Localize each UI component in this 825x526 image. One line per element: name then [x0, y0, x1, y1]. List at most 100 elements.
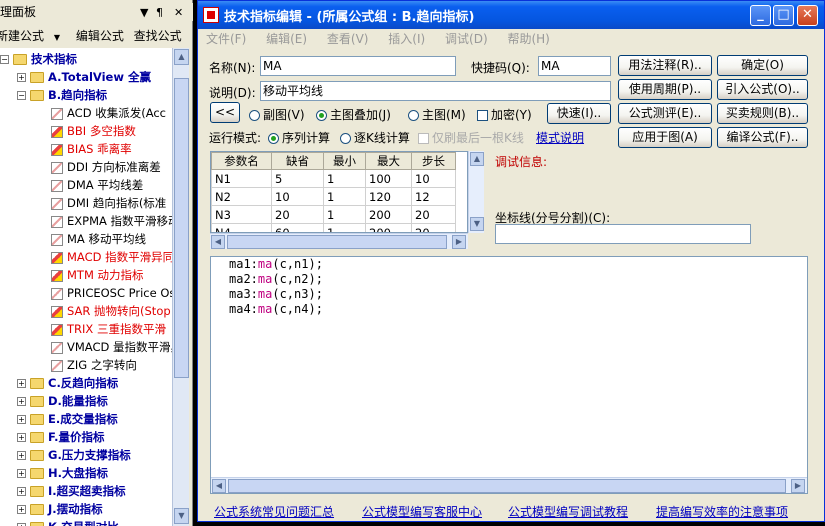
new-formula-button[interactable]: 新建公式 ▼ [0, 29, 66, 43]
tree-item[interactable]: BIAS 乖离率 [51, 140, 132, 158]
link-support[interactable]: 公式模型编写客服中心 [362, 503, 482, 520]
expand-icon[interactable]: + [17, 397, 26, 406]
table-cell[interactable]: 10 [271, 187, 324, 206]
scroll-right-icon[interactable]: ▶ [791, 479, 805, 493]
collapse-button[interactable]: << [210, 102, 240, 123]
param-header-min[interactable]: 最小 [323, 152, 366, 170]
menu-edit[interactable]: 编辑(E) [266, 32, 307, 46]
find-formula-button[interactable]: 查找公式 [134, 29, 182, 43]
tree-folder[interactable]: + E.成交量指标 [17, 410, 118, 428]
expand-icon[interactable]: + [17, 415, 26, 424]
usage-notes-button[interactable]: 用法注释(R).. [618, 55, 712, 76]
link-efficiency-tips[interactable]: 提高编写效率的注意事项 [656, 503, 788, 520]
tree-item[interactable]: SAR 抛物转向(Stop [51, 302, 171, 320]
tree-folder[interactable]: + I.超买超卖指标 [17, 482, 126, 500]
table-cell[interactable]: 100 [365, 169, 412, 188]
menu-debug[interactable]: 调试(D) [445, 32, 488, 46]
scroll-thumb[interactable] [174, 78, 189, 378]
params-hscroll[interactable]: ◀ ▶ [210, 233, 468, 249]
tree-item[interactable]: PRICEOSC Price Os [51, 284, 172, 302]
table-cell[interactable]: 12 [411, 187, 456, 206]
scroll-thumb[interactable] [227, 235, 447, 249]
menu-view[interactable]: 查看(V) [327, 32, 369, 46]
scroll-left-icon[interactable]: ◀ [211, 235, 225, 249]
tree-folder[interactable]: +K.交易型对比 [17, 518, 119, 526]
table-cell[interactable]: 120 [365, 187, 412, 206]
tree-item[interactable]: DMI 趋向指标(标准 [51, 194, 166, 212]
radio-main-overlay[interactable]: 主图叠加(J) [316, 106, 391, 123]
table-cell[interactable]: N2 [211, 187, 272, 206]
table-row[interactable]: N2 10 1 120 12 [211, 187, 456, 206]
pin-icon[interactable]: ¶ [156, 4, 163, 22]
tree-item[interactable]: DMA 平均线差 [51, 176, 143, 194]
encrypt-checkbox[interactable]: 加密(Y) [477, 106, 532, 123]
apply-to-chart-button[interactable]: 应用于图(A) [618, 127, 712, 148]
tree-folder[interactable]: + D.能量指标 [17, 392, 108, 410]
refresh-last-bar-checkbox[interactable]: 仅刷最后一根K线 [418, 129, 524, 146]
radio-per-bar-calc[interactable]: 逐K线计算 [340, 129, 410, 146]
collapse-icon[interactable]: − [0, 55, 9, 64]
expand-icon[interactable]: + [17, 433, 26, 442]
mode-help-link[interactable]: 模式说明 [536, 129, 584, 146]
table-cell[interactable]: 5 [271, 169, 324, 188]
tree-item[interactable]: ZIG 之字转向 [51, 356, 137, 374]
scroll-up-icon[interactable]: ▲ [470, 152, 484, 166]
expand-icon[interactable]: + [17, 73, 26, 82]
formula-code-editor[interactable]: ma1:ma(c,n1); ma2:ma(c,n2); ma3:ma(c,n3); m… [210, 256, 808, 494]
radio-sequence-calc[interactable]: 序列计算 [268, 129, 330, 146]
radio-sub-chart[interactable]: 副图(V) [249, 106, 305, 123]
scroll-up-icon[interactable]: ▲ [174, 49, 189, 65]
formula-tree[interactable]: − 技术指标 + A.TotalView 全赢 − B.趋向指标 ACD 收集派发(Acc B… [0, 48, 172, 526]
editor-hscroll[interactable]: ◀ ▶ [211, 477, 807, 493]
edit-formula-button[interactable]: 编辑公式 [76, 29, 124, 43]
tree-folder[interactable]: + C.反趋向指标 [17, 374, 118, 392]
table-cell[interactable]: 10 [411, 169, 456, 188]
collapse-icon[interactable]: − [17, 91, 26, 100]
param-header-default[interactable]: 缺省 [271, 152, 324, 170]
desc-field[interactable]: 移动平均线 [260, 81, 611, 101]
tree-item[interactable]: DDI 方向标准离差 [51, 158, 161, 176]
tree-item[interactable]: MA 移动平均线 [51, 230, 146, 248]
tree-item[interactable]: MACD 指数平滑异同 [51, 248, 172, 266]
scroll-down-icon[interactable]: ▼ [470, 217, 484, 231]
table-cell[interactable]: 200 [365, 223, 412, 232]
minimize-button[interactable]: _ [750, 5, 771, 26]
tree-item[interactable]: TRIX 三重指数平滑 [51, 320, 166, 338]
params-table[interactable]: 参数名 缺省 最小 最大 步长 N1 5 1 100 10 N2 10 1 120 12 N3 20 1… [210, 151, 468, 233]
menu-insert[interactable]: 插入(I) [388, 32, 425, 46]
scroll-left-icon[interactable]: ◀ [212, 479, 226, 493]
usage-period-button[interactable]: 使用周期(P).. [618, 79, 712, 100]
compile-formula-button[interactable]: 编译公式(F).. [717, 127, 808, 148]
tree-item[interactable]: MTM 动力指标 [51, 266, 144, 284]
link-faq[interactable]: 公式系统常见问题汇总 [214, 503, 334, 520]
table-cell[interactable]: 20 [271, 205, 324, 224]
import-formula-button[interactable]: 引入公式(O).. [717, 79, 808, 100]
table-cell[interactable]: 1 [323, 223, 366, 232]
dropdown-icon[interactable]: ▼ [140, 4, 148, 22]
table-cell[interactable]: N4 [211, 223, 272, 232]
tree-folder[interactable]: − B.趋向指标 [17, 86, 107, 104]
quick-button[interactable]: 快速(I).. [547, 103, 611, 124]
tree-scrollbar[interactable]: ▲ ▼ [172, 48, 189, 526]
table-cell[interactable]: 1 [323, 187, 366, 206]
table-row[interactable]: N3 20 1 200 20 [211, 205, 456, 224]
param-header-max[interactable]: 最大 [365, 152, 412, 170]
radio-main-chart[interactable]: 主图(M) [408, 106, 466, 123]
tree-item[interactable]: EXPMA 指数平滑移动 [51, 212, 172, 230]
expand-icon[interactable]: + [17, 451, 26, 460]
tree-item[interactable]: VMACD 量指数平滑异 [51, 338, 172, 356]
expand-icon[interactable]: + [17, 469, 26, 478]
tree-folder[interactable]: + G.压力支撑指标 [17, 446, 131, 464]
table-cell[interactable]: N3 [211, 205, 272, 224]
name-field[interactable]: MA [260, 56, 456, 76]
table-cell[interactable]: N1 [211, 169, 272, 188]
maximize-button[interactable]: □ [773, 5, 794, 26]
table-row[interactable]: N4 60 1 200 20 [211, 223, 456, 232]
expand-icon[interactable]: + [17, 487, 26, 496]
formula-eval-button[interactable]: 公式测评(E).. [618, 103, 712, 124]
table-cell[interactable]: 20 [411, 223, 456, 232]
tree-folder[interactable]: + J.摆动指标 [17, 500, 103, 518]
close-button[interactable]: ✕ [797, 5, 818, 26]
scroll-down-icon[interactable]: ▼ [174, 508, 189, 524]
param-header-step[interactable]: 步长 [411, 152, 456, 170]
